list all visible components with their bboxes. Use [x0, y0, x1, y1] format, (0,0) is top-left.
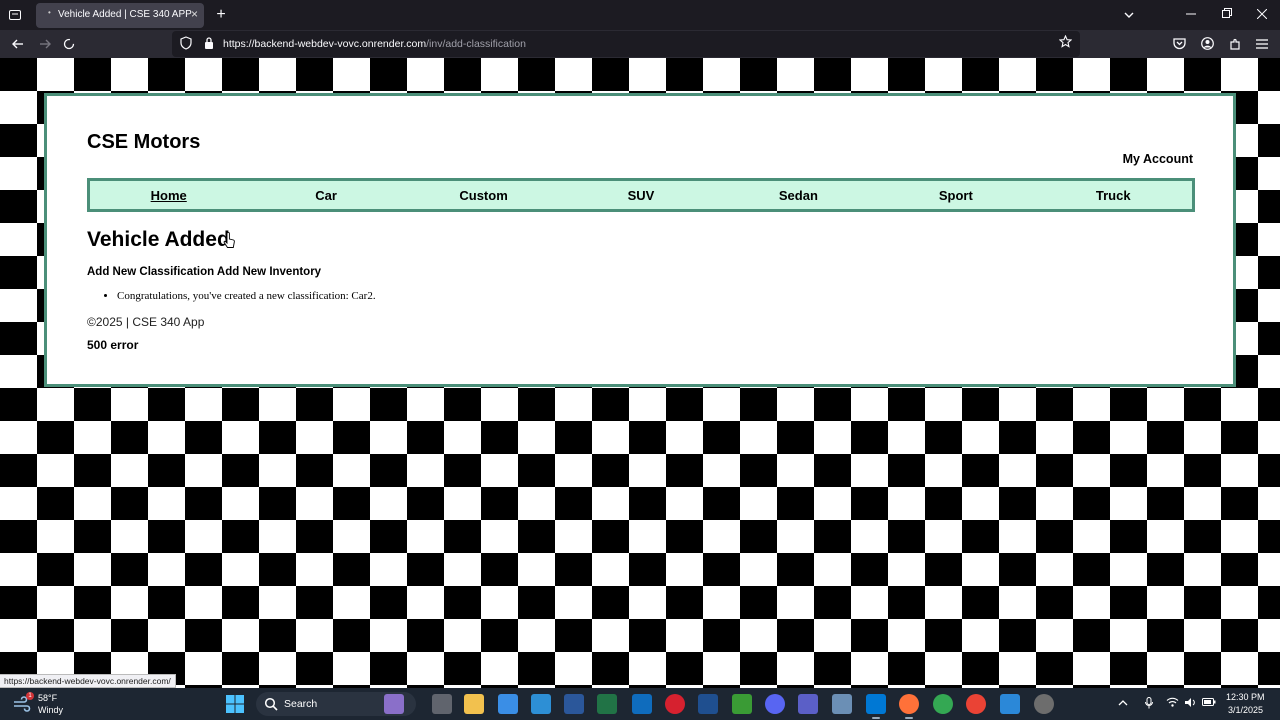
restore-icon[interactable] — [1216, 0, 1238, 30]
postgres-icon[interactable] — [832, 694, 852, 714]
extensions-icon[interactable] — [1224, 30, 1246, 58]
footer-copyright: ©2025 | CSE 340 App — [87, 315, 205, 329]
forward-arrow-icon[interactable] — [34, 30, 56, 58]
error-message: 500 error — [87, 338, 139, 352]
excel-icon[interactable] — [597, 694, 617, 714]
volume-icon[interactable] — [1183, 697, 1197, 711]
nav-item-car[interactable]: Car — [247, 188, 404, 203]
weather-condition: Windy — [38, 705, 64, 715]
windows-start-icon[interactable] — [226, 695, 244, 713]
file-explorer-icon[interactable] — [464, 694, 484, 714]
outlook-icon[interactable] — [632, 694, 652, 714]
site-name[interactable]: CSE Motors — [87, 131, 200, 154]
nav-item-suv[interactable]: SUV — [562, 188, 719, 203]
search-icon — [264, 697, 278, 711]
main-nav: Home Car Custom SUV Sedan Sport Truck — [87, 178, 1195, 212]
lock-icon[interactable] — [203, 36, 215, 50]
firefox-icon[interactable] — [899, 694, 919, 719]
pocket-icon[interactable] — [1168, 30, 1190, 58]
tab-loading-icon: • — [48, 8, 51, 17]
clock-date[interactable]: 3/1/2025 — [1228, 705, 1263, 715]
teams-icon[interactable] — [798, 694, 818, 714]
flash-message-list: Congratulations, you've created a new cl… — [117, 290, 376, 302]
taskbar: 1 58°F Windy Search 12:30 PM 3/1/2025 — [0, 688, 1280, 720]
url-text[interactable]: https://backend-webdev-vovc.onrender.com… — [223, 38, 526, 50]
chevron-down-icon[interactable] — [1118, 0, 1140, 30]
weather-temp: 58°F — [38, 693, 58, 703]
management-links[interactable]: Add New Classification Add New Inventory — [87, 266, 321, 278]
widgets-app-icon[interactable] — [384, 694, 404, 714]
microphone-icon[interactable] — [1142, 697, 1156, 711]
nav-item-truck[interactable]: Truck — [1035, 188, 1192, 203]
settings-gear-icon[interactable] — [1034, 694, 1054, 714]
search-label: Search — [284, 698, 318, 710]
bookmark-star-icon[interactable] — [1058, 34, 1073, 51]
account-icon[interactable] — [1196, 30, 1218, 58]
page-title: Vehicle Added — [87, 228, 230, 251]
page-wrapper: CSE Motors My Account Home Car Custom SU… — [44, 93, 1236, 387]
notification-badge: 1 — [26, 692, 34, 700]
new-tab-button[interactable]: + — [210, 0, 232, 30]
nav-item-sedan[interactable]: Sedan — [720, 188, 877, 203]
chrome-profile-icon[interactable] — [966, 694, 986, 714]
tab-list-icon[interactable] — [4, 0, 26, 30]
minecraft-icon[interactable] — [732, 694, 752, 714]
page-viewport: CSE Motors My Account Home Car Custom SU… — [0, 58, 1280, 688]
browser-tab[interactable]: • Vehicle Added | CSE 340 APP × — [36, 3, 204, 28]
chevron-up-icon[interactable] — [1116, 697, 1130, 711]
tab-title: Vehicle Added | CSE 340 APP — [58, 9, 192, 20]
flash-message: Congratulations, you've created a new cl… — [117, 290, 376, 302]
status-url-tooltip: https://backend-webdev-vovc.onrender.com… — [0, 674, 176, 688]
task-view-icon[interactable] — [432, 694, 452, 714]
notepad-icon[interactable] — [531, 694, 551, 714]
github-desktop-icon[interactable] — [698, 694, 718, 714]
url-bar[interactable]: https://backend-webdev-vovc.onrender.com… — [172, 31, 1080, 57]
url-path: /inv/add-classification — [426, 38, 526, 50]
shield-icon[interactable] — [180, 36, 192, 50]
tab-bar: • Vehicle Added | CSE 340 APP × + — [0, 0, 1280, 30]
cloud-app-icon[interactable] — [1000, 694, 1020, 714]
hand-pointer-icon — [223, 232, 235, 248]
my-account-link[interactable]: My Account — [1123, 152, 1193, 166]
word-icon[interactable] — [564, 694, 584, 714]
nav-item-custom[interactable]: Custom — [405, 188, 562, 203]
battery-icon[interactable] — [1202, 697, 1216, 711]
window-close-icon[interactable] — [1251, 0, 1273, 30]
back-arrow-icon[interactable] — [7, 30, 29, 58]
clock-time[interactable]: 12:30 PM — [1226, 692, 1265, 702]
tab-close-icon[interactable]: × — [191, 7, 198, 21]
chrome-icon[interactable] — [933, 694, 953, 714]
stop-loading-icon[interactable] — [58, 30, 80, 58]
minimize-icon[interactable] — [1180, 0, 1202, 30]
wifi-icon[interactable] — [1165, 697, 1179, 711]
hamburger-menu-icon[interactable] — [1251, 30, 1273, 58]
microsoft-store-icon[interactable] — [498, 694, 518, 714]
media-player-icon[interactable] — [665, 694, 685, 714]
nav-item-home[interactable]: Home — [90, 188, 247, 203]
nav-item-sport[interactable]: Sport — [877, 188, 1034, 203]
discord-icon[interactable] — [765, 694, 785, 714]
weather-widget[interactable]: 1 58°F Windy — [12, 692, 82, 716]
vscode-icon[interactable] — [866, 694, 886, 719]
url-host: https://backend-webdev-vovc.onrender.com — [223, 38, 427, 50]
